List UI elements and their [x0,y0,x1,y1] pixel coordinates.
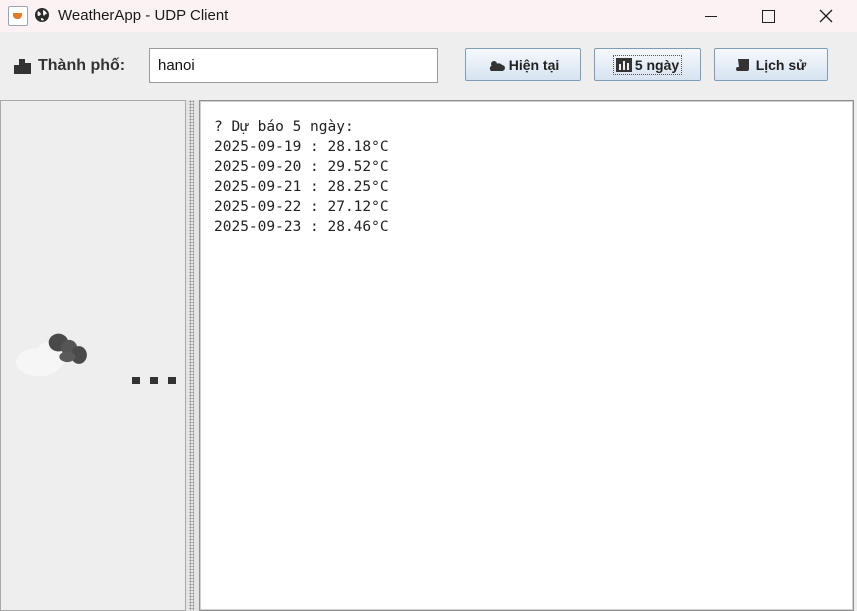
maximize-icon [761,9,775,23]
history-button[interactable]: Lịch sử [714,48,828,81]
bar-chart-icon [615,57,632,72]
loading-dots [132,377,176,384]
output-text-area[interactable]: ? Dự báo 5 ngày: 2025-09-19 : 28.18°C 20… [199,100,854,611]
close-button[interactable] [797,0,855,32]
loading-animation [14,325,186,395]
java-cup-icon [8,6,28,26]
globe-icon [34,7,50,23]
close-icon [819,9,833,23]
loading-dot [150,377,158,384]
city-buildings-icon [14,58,32,74]
forecast-5-days-label: 5 ngày [634,56,680,73]
city-label-text: Thành phố: [38,57,126,74]
focus-ring: 5 ngày [612,54,683,75]
forecast-header: Dự báo 5 ngày: [231,119,354,135]
minimize-icon [705,15,717,17]
city-input[interactable]: hanoi [149,48,438,83]
forecast-line: 2025-09-20 : 29.52°C [214,159,389,175]
loading-dot [168,377,176,384]
status-glyph: ? [214,119,223,135]
forecast-line: 2025-09-23 : 28.46°C [214,219,389,235]
forecast-output: ? Dự báo 5 ngày: 2025-09-19 : 28.18°C 20… [214,117,389,237]
history-label: Lịch sử [755,56,807,73]
city-label: Thành phố: [14,57,125,75]
forecast-5-days-button[interactable]: 5 ngày [594,48,701,81]
loading-dot [132,377,140,384]
current-weather-button[interactable]: Hiện tại [465,48,581,81]
title-bar: WeatherApp - UDP Client [0,0,857,32]
forecast-line: 2025-09-19 : 28.18°C [214,139,389,155]
split-pane-divider[interactable] [186,100,199,611]
forecast-line: 2025-09-21 : 28.25°C [214,179,389,195]
maximize-button[interactable] [739,0,797,32]
minimize-button[interactable] [682,0,740,32]
current-weather-label: Hiện tại [508,56,560,73]
sun-cloud-icon [489,60,505,71]
divider-grip [189,100,194,611]
window-title: WeatherApp - UDP Client [58,7,229,24]
forecast-line: 2025-09-22 : 27.12°C [214,199,389,215]
cloud-loading-icon [15,333,87,377]
scroll-icon [735,58,749,71]
